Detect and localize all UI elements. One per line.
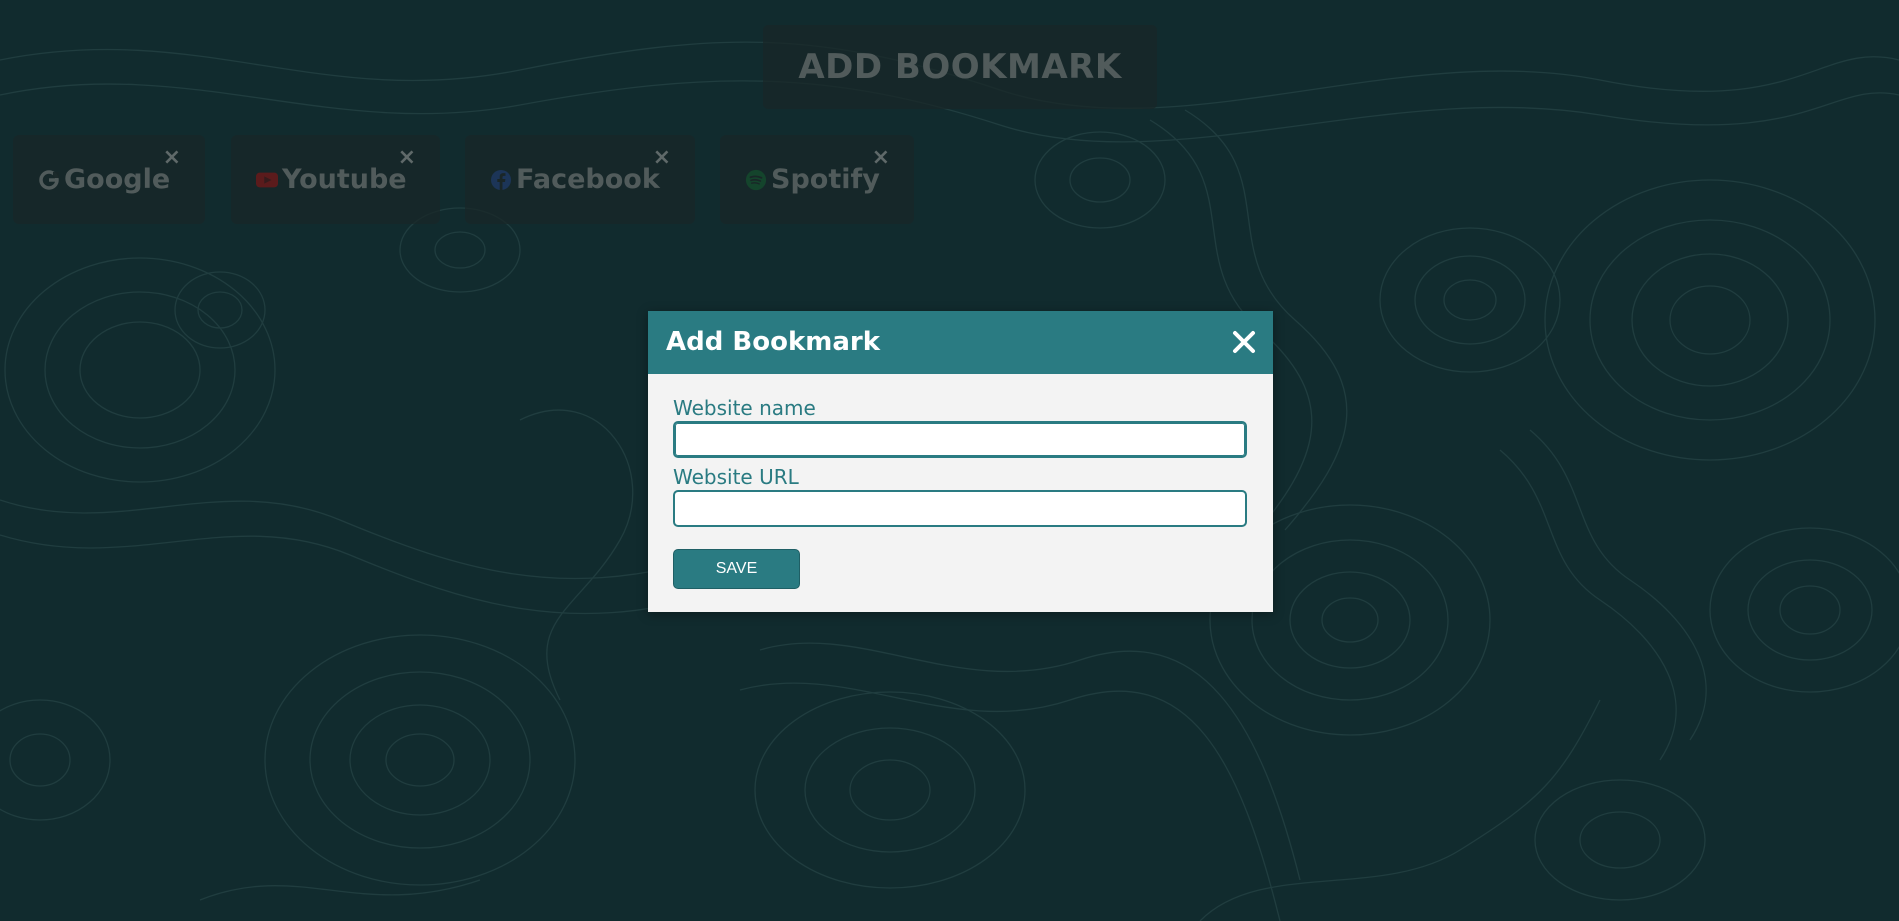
website-url-input[interactable] xyxy=(673,490,1247,527)
modal-title: Add Bookmark xyxy=(666,327,880,357)
website-name-input[interactable] xyxy=(673,421,1247,458)
add-bookmark-modal: Add Bookmark Website name Website URL SA… xyxy=(648,311,1273,612)
close-icon[interactable] xyxy=(1229,327,1259,357)
website-url-label: Website URL xyxy=(673,465,799,489)
modal-body: Website name Website URL SAVE xyxy=(648,374,1273,589)
save-button[interactable]: SAVE xyxy=(673,549,800,589)
modal-header: Add Bookmark xyxy=(648,311,1273,374)
website-name-label: Website name xyxy=(673,396,816,420)
